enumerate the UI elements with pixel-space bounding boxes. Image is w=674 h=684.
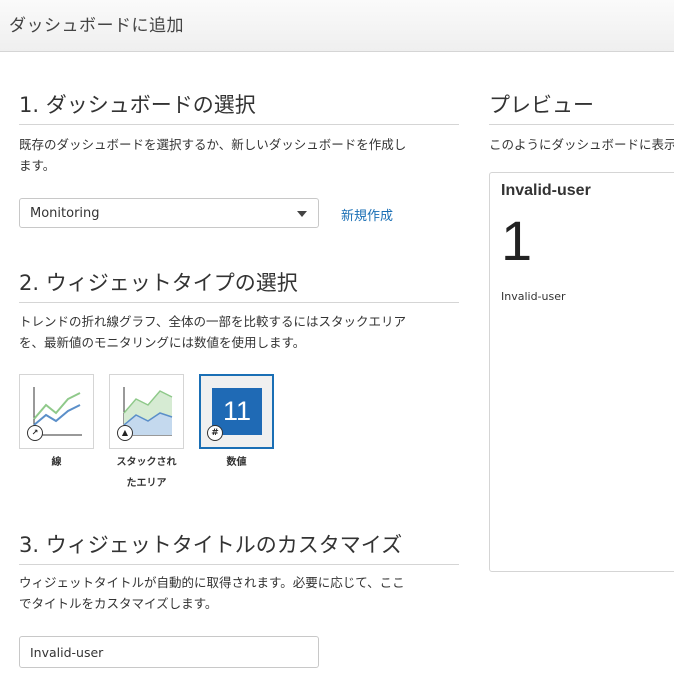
widget-title-input[interactable]	[19, 636, 319, 668]
section-widget-title-desc: ウィジェットタイトルが自動的に取得されます。必要に応じて、ここ でタイトルをカス…	[19, 572, 459, 614]
hash-icon: #	[207, 425, 223, 441]
chart-badge-icon: ▲	[117, 425, 133, 441]
widget-type-stacked-area[interactable]: ▲	[109, 374, 184, 449]
widget-type-number[interactable]: 11 #	[199, 374, 274, 449]
dashboard-select-value: Monitoring	[30, 206, 100, 221]
section-dashboard-title: 1. ダッシュボードの選択	[19, 92, 459, 125]
create-new-dashboard-link[interactable]: 新規作成	[341, 205, 393, 224]
preview-title: プレビュー	[489, 92, 674, 125]
widget-type-stacked-area-label: スタックされ たエリア	[109, 452, 184, 494]
chart-badge-icon: ↗	[27, 425, 43, 441]
section-dashboard-desc: 既存のダッシュボードを選択するか、新しいダッシュボードを作成し ます。	[19, 134, 459, 176]
desc-line: を、最新値のモニタリングには数値を使用します。	[19, 335, 306, 350]
desc-line: トレンドの折れ線グラフ、全体の一部を比較するにはスタックエリア	[19, 314, 407, 329]
dialog-header: ダッシュボードに追加	[0, 0, 674, 52]
preview-card-title: Invalid-user	[501, 182, 591, 199]
preview-card-label: Invalid-user	[501, 290, 566, 303]
label-line: たエリア	[126, 478, 167, 489]
preview-card-value: 1	[501, 209, 533, 272]
section-widget-type-title: 2. ウィジェットタイプの選択	[19, 270, 459, 303]
widget-type-line-label: 線	[51, 457, 62, 468]
widget-type-number-label: 数値	[226, 457, 247, 468]
desc-line: ます。	[19, 158, 56, 173]
section-widget-title-title: 3. ウィジェットタイトルのカスタマイズ	[19, 532, 459, 565]
dashboard-select[interactable]: Monitoring	[19, 198, 319, 228]
label-line: スタックされ	[116, 457, 177, 468]
desc-line: でタイトルをカスタマイズします。	[19, 596, 218, 611]
desc-line: 既存のダッシュボードを選択するか、新しいダッシュボードを作成し	[19, 137, 407, 152]
preview-desc: このようにダッシュボードに表示されます	[489, 137, 674, 152]
chevron-down-icon	[297, 211, 307, 217]
preview-card: Invalid-user 1 Invalid-user	[489, 172, 674, 572]
widget-type-line[interactable]: ↗	[19, 374, 94, 449]
desc-line: ウィジェットタイトルが自動的に取得されます。必要に応じて、ここ	[19, 575, 405, 590]
dialog-title: ダッシュボードに追加	[9, 16, 184, 36]
section-widget-type-desc: トレンドの折れ線グラフ、全体の一部を比較するにはスタックエリア を、最新値のモニ…	[19, 311, 459, 353]
